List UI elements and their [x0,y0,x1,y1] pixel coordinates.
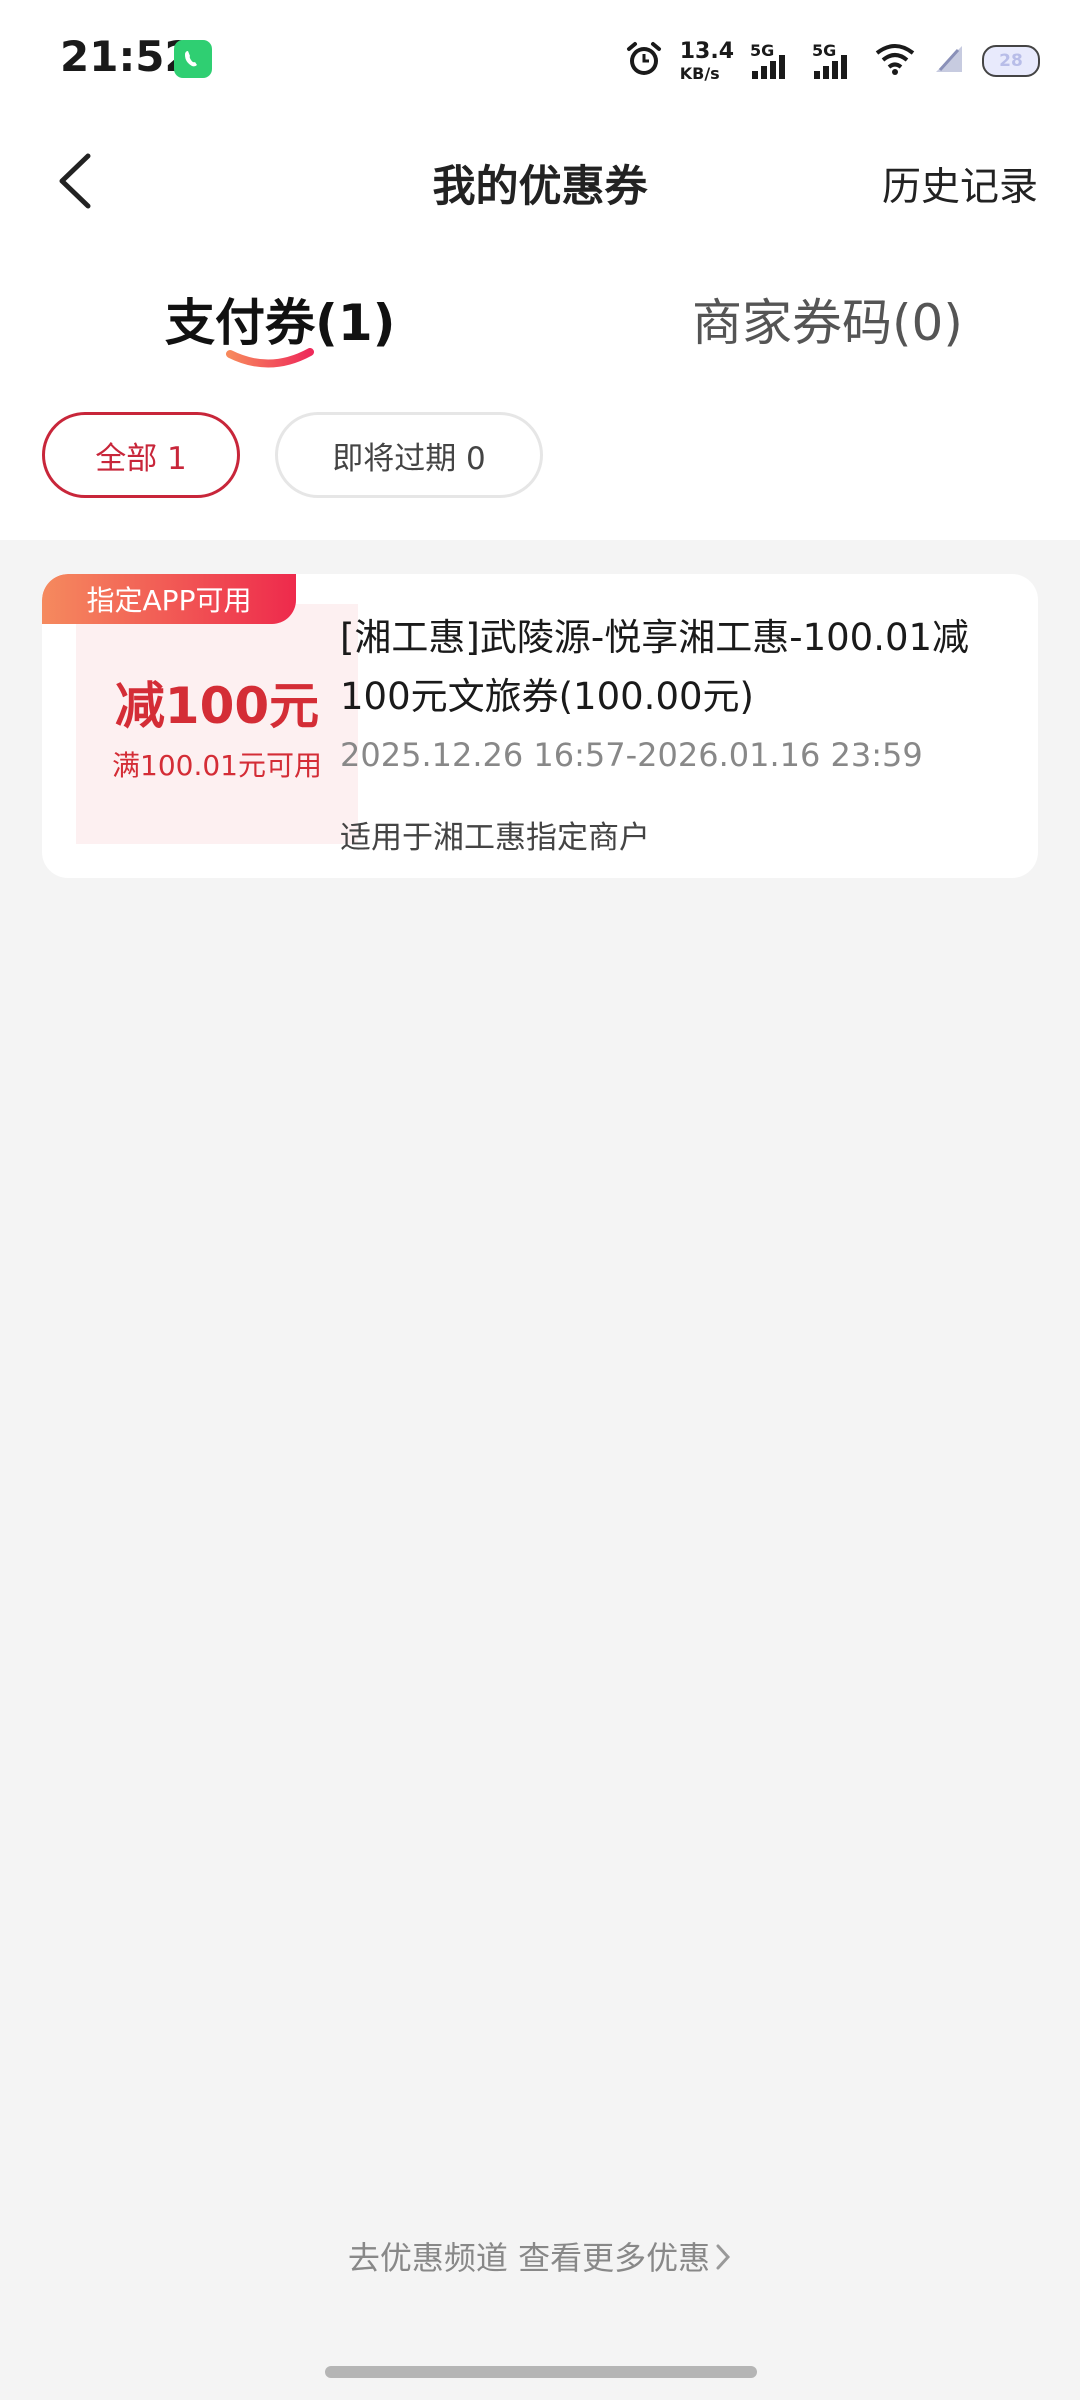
active-tab-indicator [226,348,314,368]
tab-payment-coupons[interactable]: 支付券(1) [165,283,396,355]
coupon-threshold: 满100.01元可用 [112,749,322,782]
filter-expiring-soon[interactable]: 即将过期 0 [275,412,543,498]
history-button[interactable]: 历史记录 [882,156,1038,212]
more-offers-link[interactable]: 去优惠频道 查看更多优惠 [0,2233,1080,2280]
chevron-right-icon [714,2242,732,2280]
tab-merchant-codes[interactable]: 商家券码(0) [692,283,963,355]
signal-icon: 5G [750,41,796,81]
net-speed: 13.4 KB/s [679,38,734,83]
coupon-card[interactable]: 指定APP可用 减100元 满100.01元可用 [湘工惠]武陵源-悦享湘工惠-… [42,574,1038,878]
signal-icon: 5G [812,41,858,81]
alarm-icon [624,39,664,83]
no-sim-icon [932,42,966,80]
wechat-icon [174,40,212,78]
wifi-icon [874,42,916,80]
coupon-title: [湘工惠]武陵源-悦享湘工惠-100.01减100元文旅券(100.00元) [340,616,970,718]
status-bar: 21:52 13.4 KB/s 5G 5G 28 [0,0,1080,118]
more-offers-label: 去优惠频道 查看更多优惠 [347,2239,711,2277]
filter-all[interactable]: 全部 1 [42,412,240,498]
battery-icon: 28 [982,45,1040,77]
status-icons: 13.4 KB/s 5G 5G 28 [624,36,1040,86]
home-indicator[interactable] [325,2366,757,2378]
coupon-validity: 2025.12.26 16:57-2026.01.16 23:59 [340,736,923,774]
coupon-amount: 减100元 [114,677,320,735]
coupon-tag: 指定APP可用 [42,574,296,624]
coupon-scope: 适用于湘工惠指定商户 [340,820,650,856]
